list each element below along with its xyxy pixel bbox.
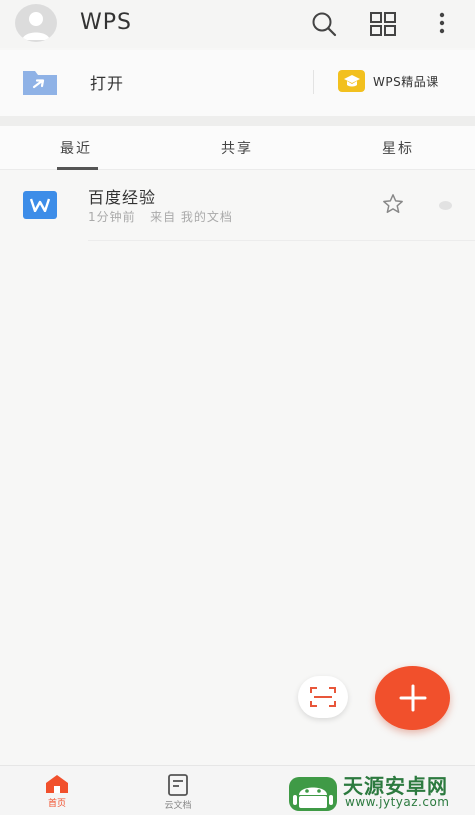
section-gap [0,116,475,126]
nav-cloud-docs-label: 云文档 [164,801,192,811]
watermark-url: www.jytyaz.com [345,795,450,809]
divider [313,70,314,94]
star-icon[interactable] [382,193,404,215]
file-meta: 1分钟前 来自 我的文档 [88,210,233,224]
nav-cloud-docs[interactable]: 云文档 [143,770,213,811]
file-tabs: 最近 共享 星标 [0,126,475,170]
cloud-doc-icon [168,774,188,796]
graduation-cap-icon [338,70,365,92]
more-options-icon[interactable] [439,201,452,210]
add-button[interactable] [375,666,450,730]
scan-button[interactable] [298,676,348,718]
wps-logo: WPS [80,10,132,35]
nav-home-label: 首页 [47,799,66,809]
tab-shared[interactable]: 共享 [221,138,253,158]
wps-course-button[interactable]: WPS精品课 [338,68,439,94]
word-doc-icon [23,191,57,219]
watermark: 天源安卓网 www.jytyaz.com [285,768,475,815]
active-tab-indicator [57,167,98,170]
plus-icon [399,684,426,712]
nav-home[interactable]: 首页 [22,770,92,809]
list-item[interactable]: 百度经验 1分钟前 来自 我的文档 [0,171,475,241]
search-icon[interactable] [310,10,338,38]
scan-icon [310,687,336,707]
open-label[interactable]: 打开 [90,70,124,94]
android-logo-icon [289,777,337,811]
grid-icon[interactable] [369,10,397,38]
more-vert-icon[interactable] [428,10,456,38]
wps-course-label: WPS精品课 [373,74,439,89]
user-icon [22,12,50,40]
folder-open-icon[interactable] [22,68,58,96]
tab-starred[interactable]: 星标 [382,138,414,158]
file-title: 百度经验 [88,188,157,207]
tab-recent[interactable]: 最近 [60,138,92,158]
avatar[interactable] [15,4,57,42]
divider [88,240,475,241]
home-icon [46,775,68,793]
top-bar: WPS [0,0,475,48]
open-row: 打开 WPS精品课 [0,50,475,116]
